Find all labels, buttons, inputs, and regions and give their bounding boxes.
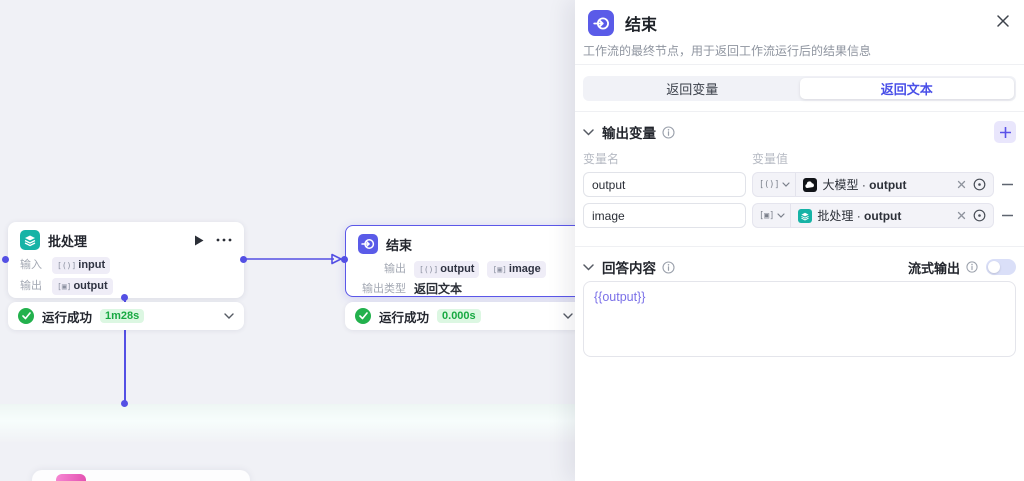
node-end[interactable]: 结束 输出 [()]output [▣]image 输出类型 返回文本 <box>345 225 583 297</box>
clear-value-icon[interactable] <box>957 211 966 220</box>
end-output-chip: [()]output <box>414 261 479 278</box>
chevron-down-icon <box>782 182 790 187</box>
batch-duration-badge: 1m28s <box>100 309 144 323</box>
end-node-icon <box>588 10 614 36</box>
batch-input-chip: [()]input <box>52 257 110 274</box>
panel-subtitle: 工作流的最终节点，用于返回工作流运行后的结果信息 <box>583 42 871 59</box>
workflow-editor: 批处理 输入 [()]input 输出 [▣]output 运行成功 1m28s <box>0 0 1024 481</box>
info-icon <box>966 261 978 273</box>
node-partial-bottom[interactable] <box>32 470 250 481</box>
batch-layers-icon <box>20 230 40 250</box>
variable-value-select[interactable]: [()] 大模型 · output <box>752 172 994 197</box>
end-node-config-panel: 结束 工作流的最终节点，用于返回工作流运行后的结果信息 返回变量 返回文本 输出… <box>575 0 1024 481</box>
output-mode-tabs: 返回变量 返回文本 <box>583 76 1016 101</box>
edge-endpoint-dot[interactable] <box>121 400 128 407</box>
variable-value-select[interactable]: [▣] 批处理 · output <box>752 203 994 228</box>
success-check-icon <box>355 308 371 324</box>
variable-row: [▣] 批处理 · output <box>583 203 1016 228</box>
chevron-down-icon[interactable] <box>224 313 234 319</box>
batch-status-bar[interactable]: 运行成功 1m28s <box>8 302 244 330</box>
port-end-left[interactable] <box>341 256 348 263</box>
llm-node-icon <box>803 178 817 192</box>
more-options-icon[interactable] <box>216 238 232 242</box>
answer-title: 回答内容 <box>602 257 656 277</box>
node-batch[interactable]: 批处理 输入 [()]input 输出 [▣]output <box>8 222 244 298</box>
variable-row: [()] 大模型 · output <box>583 172 1016 197</box>
end-duration-badge: 0.000s <box>437 309 481 323</box>
stream-output-toggle[interactable] <box>986 259 1016 275</box>
source-field-name: output <box>869 178 906 192</box>
source-node-name: 大模型 · <box>822 178 869 192</box>
remove-variable-button[interactable] <box>998 214 1016 217</box>
divider <box>575 64 1024 65</box>
circle-dot-icon[interactable] <box>973 178 986 191</box>
chevron-down-icon[interactable] <box>563 313 573 319</box>
toggle-knob <box>988 261 1000 273</box>
type-string-icon: [()] <box>419 262 438 277</box>
type-string-icon: [()] <box>57 258 76 273</box>
edge-arrow <box>244 250 344 268</box>
chevron-down-icon <box>777 213 785 218</box>
close-icon[interactable] <box>996 14 1010 28</box>
type-image-icon: [▣] <box>759 211 774 221</box>
batch-node-title: 批处理 <box>48 231 87 250</box>
image-node-icon <box>56 474 86 481</box>
canvas-highlight-band <box>0 404 575 442</box>
batch-output-chip: [▣]output <box>52 278 113 295</box>
col-variable-name: 变量名 <box>583 152 619 166</box>
batch-output-label: 输出 <box>20 279 44 294</box>
source-field-name: output <box>864 209 901 223</box>
variable-name-input[interactable] <box>583 172 746 197</box>
end-type-label: 输出类型 <box>358 282 406 297</box>
end-node-title: 结束 <box>386 235 412 254</box>
port-batch-right[interactable] <box>240 256 247 263</box>
chevron-down-icon[interactable] <box>583 129 594 136</box>
end-node-icon <box>358 234 378 254</box>
tab-return-text[interactable]: 返回文本 <box>800 78 1015 99</box>
chevron-down-icon[interactable] <box>583 264 594 271</box>
variable-name-input[interactable] <box>583 203 746 228</box>
variable-column-headers: 变量名 变量值 <box>583 150 1016 167</box>
end-output-label: 输出 <box>358 262 406 277</box>
source-node-name: 批处理 · <box>817 209 864 223</box>
col-variable-value: 变量值 <box>752 150 788 167</box>
end-type-value: 返回文本 <box>414 282 462 297</box>
port-batch-left[interactable] <box>2 256 9 263</box>
batch-layers-icon <box>798 209 812 223</box>
end-status-bar[interactable]: 运行成功 0.000s <box>345 302 583 330</box>
type-selector[interactable]: [()] <box>753 173 796 196</box>
panel-title: 结束 <box>625 11 657 35</box>
run-node-button[interactable] <box>194 235 204 246</box>
end-image-chip: [▣]image <box>487 261 545 278</box>
circle-dot-icon[interactable] <box>973 209 986 222</box>
batch-input-label: 输入 <box>20 258 44 273</box>
port-batch-bottom[interactable] <box>121 294 128 301</box>
stream-output-label: 流式输出 <box>908 258 960 277</box>
divider <box>575 246 1024 247</box>
type-image-icon: [▣] <box>57 279 71 294</box>
tab-return-variable[interactable]: 返回变量 <box>585 78 800 99</box>
output-vars-header: 输出变量 <box>583 120 1016 144</box>
end-status-text: 运行成功 <box>379 307 429 326</box>
answer-header: 回答内容 流式输出 <box>583 255 1016 279</box>
answer-content-input[interactable]: {{output}} <box>583 281 1016 357</box>
type-string-icon: [()] <box>759 180 779 190</box>
type-image-icon: [▣] <box>492 262 506 277</box>
type-selector[interactable]: [▣] <box>753 204 791 227</box>
info-icon <box>662 261 675 274</box>
clear-value-icon[interactable] <box>957 180 966 189</box>
success-check-icon <box>18 308 34 324</box>
add-variable-button[interactable] <box>994 121 1016 143</box>
remove-variable-button[interactable] <box>998 183 1016 186</box>
divider <box>575 111 1024 112</box>
batch-status-text: 运行成功 <box>42 307 92 326</box>
output-vars-title: 输出变量 <box>602 122 656 142</box>
info-icon <box>662 126 675 139</box>
